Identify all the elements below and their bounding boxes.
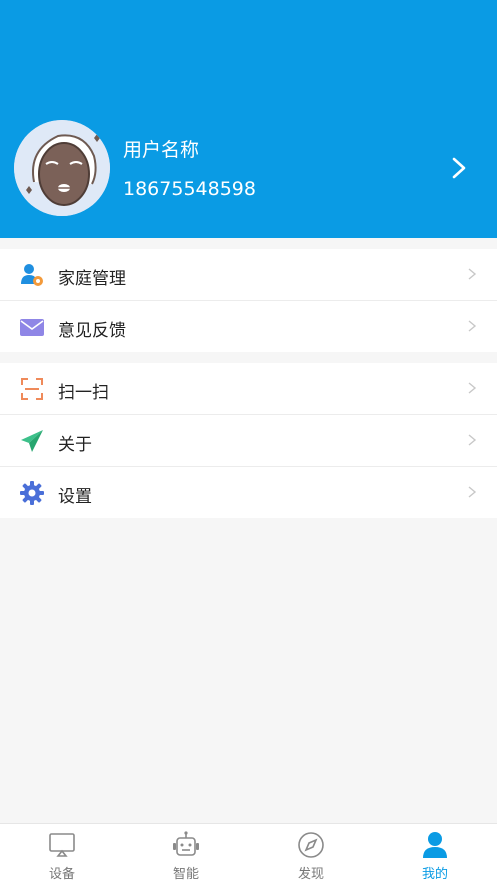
menu-item-label: 设置	[58, 487, 92, 507]
tab-label: 智能	[172, 867, 199, 882]
user-icon	[423, 832, 447, 858]
menu-item-label: 扫一扫	[58, 383, 109, 403]
menu-item-about[interactable]: 关于	[0, 415, 497, 467]
menu-item-label: 家庭管理	[58, 269, 126, 289]
menu-group-general: 扫一扫 关于 设置	[0, 363, 497, 518]
profile-header[interactable]: 用户名称 18675548598	[0, 0, 497, 238]
menu-item-feedback[interactable]: 意见反馈	[0, 301, 497, 352]
chevron-right-icon	[468, 320, 477, 332]
menu-item-label: 关于	[58, 435, 92, 455]
bottom-tab-bar: 设备 智能 发现 我的	[0, 823, 497, 884]
tab-label: 发现	[297, 867, 324, 882]
tab-mine[interactable]: 我的	[373, 824, 497, 884]
menu-item-settings[interactable]: 设置	[0, 467, 497, 518]
chevron-right-icon	[468, 434, 477, 446]
phone-number: 18675548598	[123, 178, 256, 200]
menu-item-label: 意见反馈	[58, 321, 126, 341]
chevron-right-icon	[468, 268, 477, 280]
gear-icon	[20, 481, 44, 505]
tab-discover[interactable]: 发现	[249, 824, 373, 884]
tab-label: 设备	[48, 867, 75, 882]
family-user-icon	[21, 264, 43, 286]
paper-plane-icon	[21, 430, 43, 452]
menu-item-family-management[interactable]: 家庭管理	[0, 249, 497, 301]
compass-icon	[298, 832, 324, 858]
device-icon	[49, 833, 75, 857]
envelope-icon	[20, 319, 44, 336]
username: 用户名称	[123, 139, 200, 161]
avatar[interactable]	[14, 120, 110, 216]
tab-device[interactable]: 设备	[0, 824, 124, 884]
menu-item-scan[interactable]: 扫一扫	[0, 363, 497, 415]
chevron-right-icon[interactable]	[448, 156, 470, 180]
tab-label: 我的	[421, 867, 448, 882]
menu-group-family: 家庭管理 意见反馈	[0, 249, 497, 352]
scan-icon	[21, 378, 43, 400]
chevron-right-icon	[468, 382, 477, 394]
chevron-right-icon	[468, 486, 477, 498]
tab-smart[interactable]: 智能	[124, 824, 248, 884]
robot-icon	[173, 831, 199, 856]
